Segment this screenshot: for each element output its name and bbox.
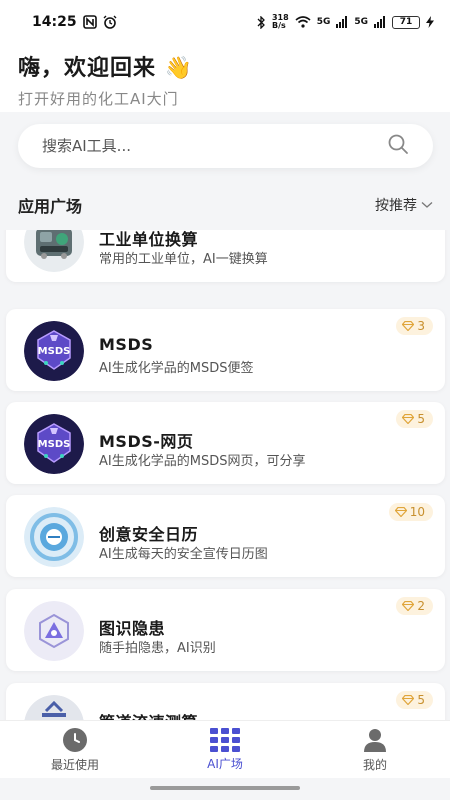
app-title: 管道流速测算 (99, 709, 198, 720)
svg-text:MSDS: MSDS (38, 346, 71, 357)
cost-badge: 10 (388, 503, 433, 521)
app-title: 工业单位换算 (99, 230, 199, 249)
app-card[interactable]: 图识隐患 随手拍隐患，AI识别 2 (6, 589, 445, 671)
svg-text:MSDS: MSDS (38, 439, 71, 450)
nav-label: 最近使用 (50, 757, 99, 772)
nav-label: 我的 (362, 757, 387, 772)
home-indicator[interactable] (150, 786, 300, 790)
app-title: 创意安全日历 (99, 525, 199, 544)
search-icon[interactable] (387, 133, 409, 159)
signal-label-1: 5G (316, 17, 331, 27)
signal-icon (336, 16, 348, 28)
cost-badge: 5 (396, 691, 433, 709)
search-input[interactable] (42, 137, 362, 155)
signal-icon (374, 16, 386, 28)
calendar-icon (24, 507, 84, 567)
grid-icon (210, 727, 240, 752)
app-card[interactable]: MSDS MSDS AI生成化学品的MSDS便签 3 (6, 309, 445, 391)
search-bar[interactable] (18, 124, 433, 168)
status-time: 14:25 (32, 14, 77, 30)
app-card[interactable]: 工业单位换算 常用的工业单位，AI一键换算 2 (6, 230, 445, 282)
app-description: AI生成化学品的MSDS便签 (99, 361, 254, 376)
section-title: 应用广场 (18, 197, 83, 216)
cost-value: 3 (417, 319, 425, 333)
diamond-icon (394, 507, 407, 517)
app-description: AI生成每天的安全宣传日历图 (99, 547, 268, 562)
bluetooth-icon (257, 15, 266, 29)
msds-icon: MSDS (24, 414, 84, 474)
page-header: 嗨，欢迎回来 👋 打开好用的化工AI大门 (0, 44, 450, 112)
nav-label: AI广场 (207, 756, 243, 771)
nfc-icon (82, 15, 97, 29)
app-description: 常用的工业单位，AI一键换算 (99, 252, 268, 267)
signal-label-2: 5G (354, 17, 368, 27)
app-list: 工业单位换算 常用的工业单位，AI一键换算 2 MSDS MSDS AI生成化学… (0, 230, 450, 720)
cost-value: 10 (409, 505, 425, 519)
diamond-icon (402, 695, 415, 705)
sort-dropdown[interactable]: 按推荐 (375, 195, 433, 215)
sort-label: 按推荐 (375, 198, 417, 214)
cost-value: 2 (417, 599, 425, 613)
battery-indicator: 71 (392, 15, 420, 29)
clock-icon (63, 727, 87, 752)
bottom-nav: 最近使用 AI广场 我的 (0, 720, 450, 778)
cost-value: 5 (417, 412, 425, 426)
nav-item-profile[interactable]: 我的 (325, 727, 425, 773)
cost-badge: 2 (396, 597, 433, 615)
diamond-icon (402, 321, 415, 331)
pipe-icon (24, 695, 84, 720)
app-description: 随手拍隐患，AI识别 (99, 641, 216, 656)
app-title: MSDS-网页 (99, 432, 194, 451)
app-card[interactable]: 管道流速测算 5 (6, 683, 445, 720)
cost-badge: 5 (396, 410, 433, 428)
section-header: 应用广场 按推荐 (18, 192, 433, 218)
diamond-icon (402, 601, 415, 611)
charging-icon (426, 16, 434, 28)
app-card[interactable]: 创意安全日历 AI生成每天的安全宣传日历图 10 (6, 495, 445, 577)
app-title: MSDS (99, 335, 154, 354)
chevron-down-icon (421, 202, 433, 208)
app-title: 图识隐患 (99, 619, 166, 638)
cost-value: 5 (417, 693, 425, 707)
page-title: 嗨，欢迎回来 👋 (18, 56, 194, 81)
cost-badge: 3 (396, 317, 433, 335)
app-description: AI生成化学品的MSDS网页，可分享 (99, 454, 306, 469)
app-card[interactable]: MSDS MSDS-网页 AI生成化学品的MSDS网页，可分享 5 (6, 402, 445, 484)
user-icon (364, 728, 386, 752)
page-subtitle: 打开好用的化工AI大门 (18, 90, 179, 108)
wifi-icon (295, 16, 311, 28)
hazard-icon (24, 601, 84, 661)
nav-item-recent[interactable]: 最近使用 (25, 727, 125, 773)
machine-icon (24, 230, 84, 272)
alarm-icon (103, 15, 117, 29)
nav-item-ai-plaza[interactable]: AI广场 (175, 727, 275, 772)
msds-icon: MSDS (24, 321, 84, 381)
diamond-icon (402, 414, 415, 424)
net-speed: 318 B/s (271, 13, 289, 30)
status-bar: 14:25 318 B/s 5G 5G 71 (0, 0, 450, 44)
